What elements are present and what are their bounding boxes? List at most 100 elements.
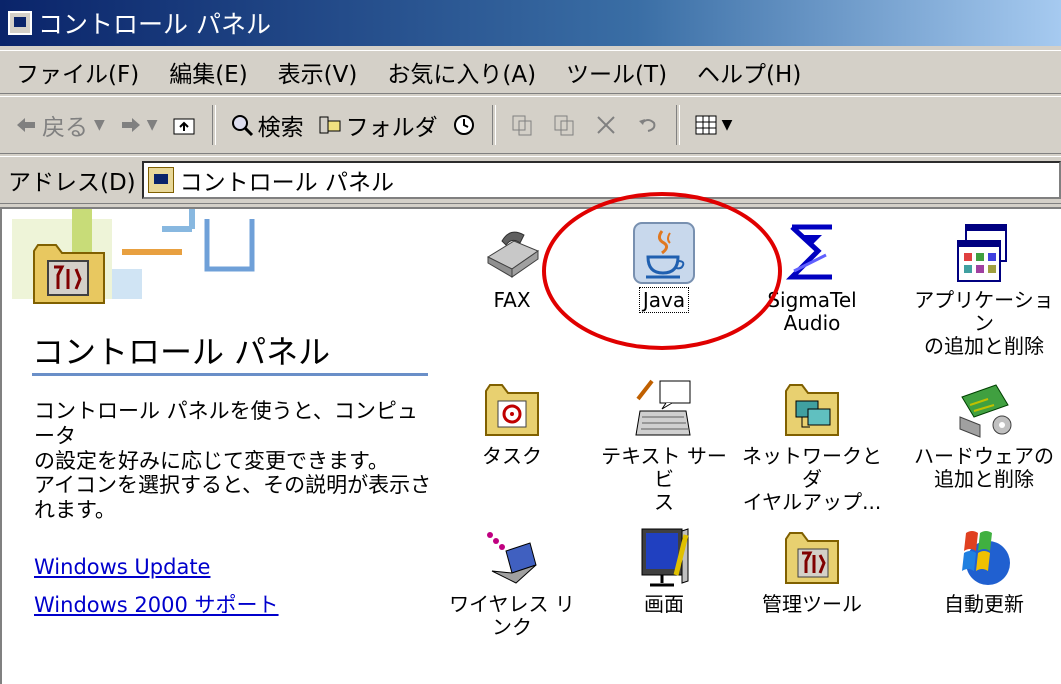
views-grid-icon xyxy=(695,115,717,135)
hint-text: アイコンを選択すると、その説明が表示さ れます。 xyxy=(34,473,434,523)
menu-file[interactable]: ファイル(F) xyxy=(16,55,139,89)
hint-line: れます。 xyxy=(34,498,116,522)
menu-favorites[interactable]: お気に入り(A) xyxy=(387,55,536,89)
history-button[interactable] xyxy=(452,113,480,137)
item-label: FAX xyxy=(493,288,531,312)
up-folder-icon xyxy=(173,118,195,135)
menu-view[interactable]: 表示(V) xyxy=(278,55,358,89)
control-panel-item-fax[interactable]: FAX xyxy=(442,221,582,312)
label-line: Audio xyxy=(783,311,841,335)
item-label: テキスト サービ ス xyxy=(594,445,734,514)
control-panel-folder-icon xyxy=(33,244,105,304)
search-icon xyxy=(231,115,253,137)
description-line: コントロール パネルを使うと、コンピュータ xyxy=(34,399,418,448)
menu-edit[interactable]: 編集(E) xyxy=(169,55,247,89)
control-panel-item-display[interactable]: 画面 xyxy=(594,525,734,616)
wireless-laptop-icon xyxy=(487,532,537,584)
views-dropdown-icon: ▼ xyxy=(721,117,733,133)
menu-bar: ファイル(F) 編集(E) 表示(V) お気に入り(A) ツール(T) ヘルプ(… xyxy=(0,50,1061,94)
panel-title: コントロール パネル xyxy=(32,333,331,371)
back-button[interactable]: 戻る ▼ xyxy=(14,108,105,142)
keyboard-pen-icon xyxy=(635,379,691,436)
item-label: 管理ツール xyxy=(762,592,862,616)
control-panel-item-wireless-link[interactable]: ワイヤレス リンク xyxy=(442,525,582,639)
control-panel-item-network-dialup[interactable]: ネットワークとダ イヤルアップ... xyxy=(742,377,882,514)
control-panel-item-text-services[interactable]: テキスト サービ ス xyxy=(594,377,734,514)
admin-tools-folder-icon xyxy=(785,532,839,584)
back-arrow-icon xyxy=(17,118,35,132)
description-line: の設定を好みに応じて変更できます。 xyxy=(34,449,389,473)
control-panel-item-sigmatel-audio[interactable]: SigmaTel Audio xyxy=(742,221,882,335)
history-icon xyxy=(453,115,474,135)
forward-button[interactable]: ▼ xyxy=(119,113,158,137)
address-bar: アドレス(D) コントロール パネル xyxy=(0,156,1061,204)
web-view-panel: コントロール パネル コントロール パネルを使うと、コンピュータ の設定を好みに… xyxy=(2,209,432,684)
forward-arrow-icon xyxy=(121,118,140,132)
item-label: ネットワークとダ イヤルアップ... xyxy=(742,445,882,514)
control-panel-item-automatic-updates[interactable]: 自動更新 xyxy=(914,525,1054,616)
toolbar-separator xyxy=(211,105,216,145)
control-panel-item-administrative-tools[interactable]: 管理ツール xyxy=(742,525,882,616)
label-line: テキスト サービ xyxy=(601,444,727,491)
hardware-card-icon xyxy=(959,384,1012,438)
address-value: コントロール パネル xyxy=(179,170,394,196)
windows-update-globe-icon xyxy=(962,531,1010,585)
menu-help[interactable]: ヘルプ(H) xyxy=(697,55,801,89)
hint-line: アイコンを選択すると、その説明が表示さ xyxy=(34,473,432,497)
copy-to-button[interactable] xyxy=(552,113,580,137)
add-remove-programs-icon xyxy=(957,224,1007,282)
label-line: アプリケーション xyxy=(914,288,1054,335)
label-line: ハードウェアの xyxy=(914,444,1054,468)
toolbar-separator xyxy=(675,105,680,145)
network-folder-icon xyxy=(785,384,839,436)
item-label: SigmaTel Audio xyxy=(742,289,882,335)
move-to-button[interactable] xyxy=(510,113,538,137)
back-dropdown-icon: ▼ xyxy=(94,117,105,133)
control-panel-icon xyxy=(8,11,32,35)
item-label: 画面 xyxy=(644,592,684,616)
item-label: タスク xyxy=(482,444,542,468)
address-input[interactable]: コントロール パネル xyxy=(141,161,1061,199)
java-coffee-cup-icon xyxy=(633,222,695,284)
forward-dropdown-icon: ▼ xyxy=(146,117,158,133)
item-label: 自動更新 xyxy=(944,592,1024,616)
search-button[interactable]: 検索 xyxy=(230,108,304,142)
address-label: アドレス(D) xyxy=(8,170,136,196)
task-folder-icon xyxy=(485,384,539,436)
title-bar: コントロール パネル xyxy=(0,0,1061,46)
folders-button[interactable]: フォルダ xyxy=(318,108,438,142)
copy-to-icon xyxy=(554,115,574,136)
views-button[interactable]: ▼ xyxy=(694,113,733,137)
delete-x-icon xyxy=(596,116,615,134)
item-label: アプリケーション の追加と削除 xyxy=(914,289,1054,358)
window-title: コントロール パネル xyxy=(38,10,271,39)
label-line: 追加と削除 xyxy=(934,467,1034,491)
delete-button[interactable] xyxy=(594,113,622,137)
windows-update-link[interactable]: Windows Update xyxy=(34,555,210,579)
folders-icon xyxy=(319,116,341,134)
display-monitor-icon xyxy=(641,528,689,587)
label-line: SigmaTel xyxy=(767,288,857,312)
control-panel-item-add-remove-hardware[interactable]: ハードウェアの 追加と削除 xyxy=(914,377,1054,491)
menu-tools[interactable]: ツール(T) xyxy=(566,55,667,89)
back-label: 戻る xyxy=(42,115,88,141)
item-label: ワイヤレス リンク xyxy=(449,592,575,639)
control-panel-item-add-remove-programs[interactable]: アプリケーション の追加と削除 xyxy=(914,221,1054,358)
item-label-selected: Java xyxy=(638,287,690,313)
up-folder-button[interactable] xyxy=(172,113,200,137)
label-line: イヤルアップ... xyxy=(742,490,882,514)
search-label: 検索 xyxy=(257,115,304,141)
undo-icon xyxy=(638,119,655,132)
windows-2000-support-link[interactable]: Windows 2000 サポート xyxy=(34,589,279,619)
description-text: コントロール パネルを使うと、コンピュータ の設定を好みに応じて変更できます。 xyxy=(34,399,434,474)
title-divider xyxy=(32,373,428,376)
undo-button[interactable] xyxy=(636,113,664,137)
control-panel-icon xyxy=(147,167,174,193)
content-area: コントロール パネル コントロール パネルを使うと、コンピュータ の設定を好みに… xyxy=(0,207,1061,684)
label-line: ス xyxy=(654,490,674,514)
control-panel-item-scheduled-tasks[interactable]: タスク xyxy=(442,377,582,468)
control-panel-item-java[interactable]: Java xyxy=(594,221,734,313)
item-label: ハードウェアの 追加と削除 xyxy=(914,445,1054,491)
toolbar-separator xyxy=(491,105,496,145)
toolbar: 戻る ▼ ▼ 検索 フォルダ ▼ xyxy=(0,96,1061,154)
